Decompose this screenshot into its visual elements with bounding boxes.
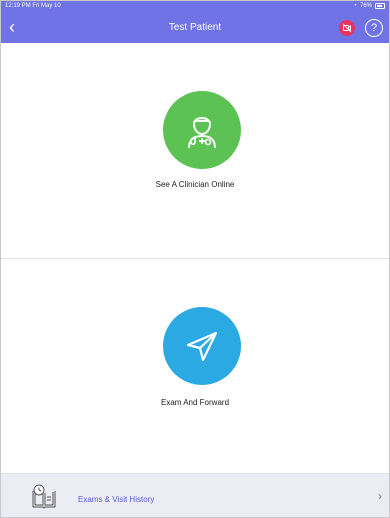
exam-forward-button[interactable] xyxy=(163,307,241,385)
video-off-icon[interactable] xyxy=(339,20,355,36)
exam-history-label: Exams & Visit History xyxy=(78,495,155,504)
exam-history-row[interactable]: Exams & Visit History › xyxy=(1,473,389,517)
battery-icon xyxy=(375,3,385,9)
status-time: 12:19 PM Fri May 10 xyxy=(5,3,61,9)
app-frame: 12:19 PM Fri May 10 ◔ 76% ‹ Test Patient… xyxy=(0,0,390,518)
help-button[interactable]: ? xyxy=(365,19,383,37)
status-bar: 12:19 PM Fri May 10 ◔ 76% xyxy=(1,1,389,13)
battery-percent: 76% xyxy=(359,3,372,9)
exam-forward-card[interactable]: Exam And Forward xyxy=(1,259,389,473)
see-clinician-button[interactable] xyxy=(163,91,241,169)
status-right: ◔ 76% xyxy=(353,3,385,9)
doctor-icon xyxy=(188,117,216,149)
page-title: Test Patient xyxy=(168,22,222,33)
see-clinician-card[interactable]: See A Clinician Online xyxy=(1,43,389,259)
send-icon xyxy=(186,331,218,362)
chevron-right-icon: › xyxy=(378,489,382,503)
wifi-icon: ◔ xyxy=(353,3,357,9)
nav-bar: ‹ Test Patient ? xyxy=(1,13,389,43)
see-clinician-label: See A Clinician Online xyxy=(155,180,235,189)
book-clock-icon xyxy=(32,484,56,509)
exam-forward-label: Exam And Forward xyxy=(160,398,230,407)
